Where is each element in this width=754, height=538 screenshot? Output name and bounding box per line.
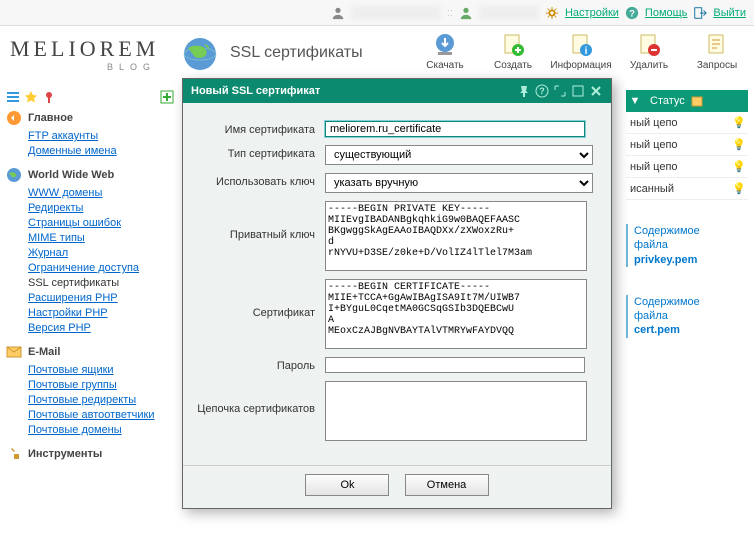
modal-help-icon[interactable]: ? <box>535 84 549 98</box>
sidebar-tools-head[interactable]: Инструменты <box>6 446 174 462</box>
bulb-icon: 💡 <box>730 138 748 151</box>
globe-icon <box>180 34 220 74</box>
status-row[interactable]: исанный💡 <box>626 178 748 200</box>
plus-icon[interactable] <box>160 90 174 104</box>
certtype-select[interactable]: существующий <box>325 145 593 165</box>
label-usekey: Использовать ключ <box>197 173 325 188</box>
label-certname: Имя сертификата <box>197 121 325 136</box>
usekey-select[interactable]: указать вручную <box>325 173 593 193</box>
logo: MELIOREM BLOG <box>10 30 180 72</box>
gear-icon <box>545 6 559 20</box>
sidebar-email-head[interactable]: E-Mail <box>6 344 174 360</box>
svg-text:?: ? <box>629 8 635 19</box>
label-password: Пароль <box>197 357 325 372</box>
requests-tool[interactable]: Запросы <box>690 32 744 71</box>
new-ssl-modal: Новый SSL сертификат ? Имя сертификата Т… <box>182 78 612 509</box>
annotation-cert: Содержимое файла cert.pem <box>626 295 748 338</box>
page-title: SSL сертификаты <box>230 44 418 62</box>
sidebar-mailboxes[interactable]: Почтовые ящики <box>28 364 114 376</box>
user2-icon <box>459 6 473 20</box>
sidebar-maildomains[interactable]: Почтовые домены <box>28 424 122 436</box>
label-private: Приватный ключ <box>197 201 325 241</box>
sidebar-tools-label: Инструменты <box>28 448 102 460</box>
password-input[interactable] <box>325 357 585 373</box>
blurred-user <box>479 6 539 20</box>
sidebar-mime[interactable]: MIME типы <box>28 232 85 244</box>
sidebar-mailgroups[interactable]: Почтовые группы <box>28 379 117 391</box>
sidebar-mailauto[interactable]: Почтовые автоответчики <box>28 409 154 421</box>
logout-icon <box>693 6 707 20</box>
help-link[interactable]: Помощь <box>645 7 688 19</box>
certname-input[interactable] <box>325 121 585 137</box>
sidebar-domains[interactable]: Доменные имена <box>28 145 117 157</box>
calendar-icon[interactable] <box>691 95 709 107</box>
requests-label: Запросы <box>697 60 737 71</box>
cancel-button[interactable]: Отмена <box>405 474 489 496</box>
sidebar-phpext[interactable]: Расширения PHP <box>28 292 118 304</box>
create-tool[interactable]: Создать <box>486 32 540 71</box>
sidebar-ssl-current[interactable]: SSL сертификаты <box>28 277 174 289</box>
label-cert: Сертификат <box>197 279 325 319</box>
logout-link[interactable]: Выйти <box>713 7 746 19</box>
info-tool[interactable]: i Информация <box>554 32 608 71</box>
logo-subtext: BLOG <box>10 62 180 72</box>
bulb-icon: 💡 <box>730 116 748 129</box>
modal-max-icon[interactable] <box>571 84 585 98</box>
close-icon[interactable] <box>589 84 603 98</box>
sidebar-errorpages[interactable]: Страницы ошибок <box>28 217 121 229</box>
star-icon[interactable] <box>24 90 38 104</box>
sidebar-main-label: Главное <box>28 112 73 124</box>
settings-link[interactable]: Настройки <box>565 7 619 19</box>
label-chain: Цепочка сертификатов <box>197 381 325 415</box>
delete-tool[interactable]: Удалить <box>622 32 676 71</box>
sort-arrow-icon[interactable]: ▼ <box>626 95 644 107</box>
sidebar-main-head[interactable]: Главное <box>6 110 174 126</box>
label-certtype: Тип сертификата <box>197 145 325 160</box>
sidebar-phpver[interactable]: Версия PHP <box>28 322 91 334</box>
cert-textarea[interactable]: -----BEGIN CERTIFICATE----- MIIE+TCCA+Gg… <box>325 279 587 349</box>
status-row[interactable]: ный цепо💡 <box>626 156 748 178</box>
list-icon[interactable] <box>6 90 20 104</box>
ok-button[interactable]: Ok <box>305 474 389 496</box>
download-label: Скачать <box>426 60 464 71</box>
svg-text:i: i <box>585 46 588 57</box>
logo-text: MELIOREM <box>10 36 180 62</box>
svg-text:?: ? <box>539 86 545 96</box>
info-label: Информация <box>550 60 611 71</box>
modal-title: Новый SSL сертификат <box>191 85 320 97</box>
modal-expand-icon[interactable] <box>553 84 567 98</box>
pin-icon[interactable] <box>42 90 56 104</box>
sidebar-journal[interactable]: Журнал <box>28 247 68 259</box>
sidebar-www-label: World Wide Web <box>28 169 114 181</box>
sidebar-wwwdomains[interactable]: WWW домены <box>28 187 102 199</box>
create-label: Создать <box>494 60 532 71</box>
sidebar-mailredir[interactable]: Почтовые редиректы <box>28 394 136 406</box>
annotation-privkey: Содержимое файла privkey.pem <box>626 224 748 267</box>
privatekey-textarea[interactable]: -----BEGIN PRIVATE KEY----- MIIEvgIBADAN… <box>325 201 587 271</box>
sidebar-email-label: E-Mail <box>28 346 60 358</box>
sidebar-ftp[interactable]: FTP аккаунты <box>28 130 98 142</box>
modal-pin-icon[interactable] <box>517 84 531 98</box>
status-row[interactable]: ный цепо💡 <box>626 134 748 156</box>
help-icon: ? <box>625 6 639 20</box>
blurred-domain <box>351 6 441 20</box>
chain-textarea[interactable] <box>325 381 587 441</box>
sidebar-accesslimit[interactable]: Ограничение доступа <box>28 262 139 274</box>
status-header[interactable]: Статус <box>644 95 691 107</box>
user-icon <box>331 6 345 20</box>
sidebar-phpset[interactable]: Настройки PHP <box>28 307 108 319</box>
status-row[interactable]: ный цепо💡 <box>626 112 748 134</box>
download-tool[interactable]: Скачать <box>418 32 472 71</box>
bulb-icon: 💡 <box>730 182 748 195</box>
sidebar-www-head[interactable]: World Wide Web <box>6 167 174 183</box>
sidebar-redirects[interactable]: Редиректы <box>28 202 83 214</box>
delete-label: Удалить <box>630 60 668 71</box>
bulb-icon: 💡 <box>730 160 748 173</box>
